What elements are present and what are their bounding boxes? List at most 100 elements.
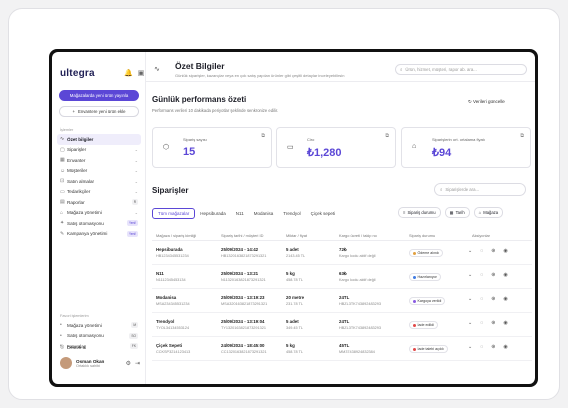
sidebar-item[interactable]: ✎ Kampanya yönetimi Yeni! xyxy=(57,229,141,240)
sidebar-item[interactable]: ☺ Müşteriler ⌄ xyxy=(57,166,141,177)
status-label: Kargoya verildi xyxy=(417,299,442,303)
filter-status-button[interactable]: ≡ Sipariş durumu xyxy=(398,207,441,218)
chevron-down-icon: ⌄ xyxy=(134,178,138,184)
table-row[interactable]: Trendyol TYOL34134553124 25/09/2024 - 13:1… xyxy=(152,314,532,337)
tab-store[interactable]: Çiçek sepeti xyxy=(306,209,341,218)
filter-store-button[interactable]: ⌂ Mağaza xyxy=(473,207,504,218)
logo[interactable]: ultegra xyxy=(60,68,95,79)
chat-icon[interactable]: ◌ xyxy=(480,344,483,350)
chevron-down-icon[interactable]: ⌄ xyxy=(468,296,472,302)
tab-store[interactable]: Modanisa xyxy=(249,209,279,218)
sidebar-item[interactable]: ▦ Envanter ⌄ xyxy=(57,155,141,166)
cash-icon: ▭ xyxy=(287,144,294,151)
chevron-down-icon[interactable]: ⌄ xyxy=(468,344,472,350)
cell-primary: 25/09/2024 - 13:19:23 xyxy=(221,295,265,300)
view-icon[interactable]: ◉ xyxy=(503,296,507,302)
tag-icon: ⌂ xyxy=(412,143,417,150)
menu-section-label: İşlemler xyxy=(60,128,74,132)
external-link-icon[interactable]: ⧉ xyxy=(385,133,389,139)
tab-store[interactable]: N11 xyxy=(231,209,249,218)
sidebar-item[interactable]: ▢ Siparişler ⌄ xyxy=(57,145,141,156)
view-icon[interactable]: ◉ xyxy=(503,320,507,326)
cell-primary: 5 kg xyxy=(286,343,295,348)
stat-value: ₺1,280 xyxy=(307,147,342,159)
add-icon[interactable]: ⊕ xyxy=(491,248,495,254)
store-icon: ⌂ xyxy=(478,210,482,215)
tab-store[interactable]: Tüm mağazalar xyxy=(152,208,196,219)
stat-card-order-count: ⬡ Sipariş sayısı 15 ⧉ xyxy=(152,127,272,168)
view-icon[interactable]: ◉ xyxy=(503,344,507,350)
logout-icon[interactable]: ⇥ xyxy=(135,360,140,367)
support-link[interactable]: ◎ Destek al xyxy=(57,342,141,353)
table-row[interactable]: Çiçek Sepeti CCKSP3214123413 24/09/2024 - … xyxy=(152,338,532,361)
chat-icon[interactable]: ◌ xyxy=(480,248,483,254)
chevron-down-icon: ⌄ xyxy=(134,157,138,163)
table-row[interactable]: Hepsiburada HB1234345531234 25/09/2024 - 1… xyxy=(152,242,532,265)
view-icon[interactable]: ◉ xyxy=(503,248,507,254)
chat-icon[interactable]: ◌ xyxy=(480,320,483,326)
view-icon[interactable]: ◉ xyxy=(503,272,507,278)
bullet-icon: • xyxy=(60,332,62,339)
sidebar-item[interactable]: ∿ Özet bilgiler xyxy=(57,134,141,145)
filter-date-button[interactable]: ▦ Tarih xyxy=(444,207,470,218)
layout-icon[interactable]: ▣ xyxy=(138,69,145,77)
sidebar-item[interactable]: ✦ Satış otomasyonu Yeni! xyxy=(57,218,141,229)
add-icon[interactable]: ⊕ xyxy=(491,320,495,326)
chat-icon[interactable]: ◌ xyxy=(480,296,483,302)
table-row[interactable]: Modanisa MSA234345531234 25/09/2024 - 13:1… xyxy=(152,290,532,313)
status-label: İade talebi açıldı xyxy=(417,347,444,351)
cell-secondary: HB1320163821873291321 xyxy=(221,254,267,258)
orders-search-input[interactable]: ⌕ Siparişlerde ara... xyxy=(434,183,526,196)
sidebar-item[interactable]: ⊡ Satın almalar ⌄ xyxy=(57,176,141,187)
bell-icon[interactable]: 🔔 xyxy=(124,69,133,77)
cell-primary: 24/09/2024 - 18:45:00 xyxy=(221,343,265,348)
column-header: Miktar / fiyat xyxy=(286,233,307,238)
column-header[interactable]: Mağaza / sipariş kimliği xyxy=(156,233,196,238)
refresh-label: Verileri güncelle xyxy=(473,99,505,104)
users-icon: ☺ xyxy=(60,167,66,174)
add-icon[interactable]: ⊕ xyxy=(491,272,495,278)
add-icon[interactable]: ⊕ xyxy=(491,296,495,302)
settings-icon[interactable]: ⚙ xyxy=(126,360,131,367)
cell-primary: Çiçek Sepeti xyxy=(156,343,183,348)
table-row[interactable]: N11 N1112345453134 25/09/2024 - 13:21 N1132… xyxy=(152,266,532,289)
status-badge: İade talebi açıldı xyxy=(409,345,448,353)
performance-title: Günlük performans özeti xyxy=(152,95,247,104)
sidebar-item[interactable]: ▭ Tedarikçiler ⌄ xyxy=(57,187,141,198)
stat-label: Siparişlerin ort. ortalama fiyatı xyxy=(432,137,485,142)
pulse-icon: ∿ xyxy=(60,136,65,143)
add-inventory-product-button[interactable]: + Envantere yeni ürün ekle xyxy=(59,106,139,117)
sidebar-item[interactable]: ▤ Raporlar R xyxy=(57,197,141,208)
store-tabs: Tüm mağazalar Hepsiburada N11 Modanisa Trend… xyxy=(152,208,340,219)
column-header: Aksiyonlar xyxy=(472,233,490,238)
cell-primary: Modanisa xyxy=(156,295,177,300)
global-search-input[interactable]: ⌕ Ürün, hizmet, müşteri, rapor ab. ara..… xyxy=(395,64,527,75)
main-content: ∿ Özet Bilgiler Günlük siparişler, kazan… xyxy=(146,52,535,384)
user-role: Ortaklık sahibi xyxy=(76,363,101,368)
chat-icon[interactable]: ◌ xyxy=(480,272,483,278)
add-icon[interactable]: ⊕ xyxy=(491,344,495,350)
publish-new-product-button[interactable]: Mağazalarda yeni ürün yayınla xyxy=(59,90,139,101)
tab-store[interactable]: Hepsiburada xyxy=(195,209,231,218)
cell-primary: 63₺ xyxy=(339,271,347,276)
chevron-down-icon[interactable]: ⌄ xyxy=(468,248,472,254)
tab-store[interactable]: Trendyol xyxy=(278,209,305,218)
refresh-icon: ↻ xyxy=(468,99,472,104)
campaign-icon: ✎ xyxy=(60,230,65,237)
cell-secondary: HBZL3TK743892483293 xyxy=(339,326,382,330)
external-link-icon[interactable]: ⧉ xyxy=(261,133,265,139)
chevron-down-icon[interactable]: ⌄ xyxy=(468,272,472,278)
user-profile[interactable]: Osman Okan Ortaklık sahibi ⚙ ⇥ xyxy=(60,357,140,369)
favorite-item[interactable]: • Satış otomasyonu SO xyxy=(57,331,141,342)
cell-secondary: TYOL34134553124 xyxy=(156,326,190,330)
search-icon: ⌕ xyxy=(440,187,443,192)
cell-secondary: MSA320163821873291321 xyxy=(221,302,268,306)
status-dot xyxy=(413,347,416,351)
favorite-item[interactable]: • Mağaza yönetimi M xyxy=(57,320,141,331)
chevron-down-icon[interactable]: ⌄ xyxy=(468,320,472,326)
refresh-data-button[interactable]: ↻ Verileri güncelle xyxy=(468,99,505,105)
external-link-icon[interactable]: ⧉ xyxy=(520,133,524,139)
sidebar-item[interactable]: ⌂ Mağaza yönetimi ⌄ xyxy=(57,208,141,219)
bullet-icon: • xyxy=(60,322,62,329)
cell-secondary: 458.78 TL xyxy=(286,278,304,282)
